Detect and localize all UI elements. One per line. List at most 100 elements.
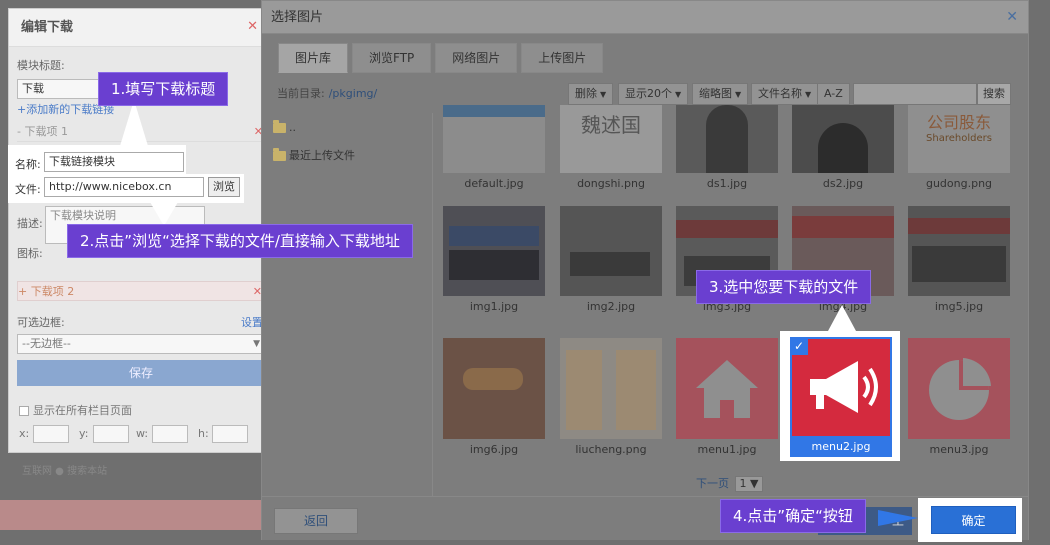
close-icon[interactable]: ✕ <box>1006 9 1018 25</box>
thumb-crowd <box>449 250 539 280</box>
file-url-input[interactable]: http://www.nicebox.cn <box>44 177 204 197</box>
y-label: y: <box>79 427 89 440</box>
checkbox-box[interactable] <box>19 406 29 416</box>
callout-step-4: 4.点击”确定“按钮 <box>720 499 866 533</box>
folder-up[interactable]: .. <box>273 120 296 134</box>
thumbnail: 公司股东 Shareholders <box>908 105 1010 173</box>
search-input[interactable] <box>853 83 977 105</box>
file-label: 文件: <box>15 183 41 196</box>
folder-icon <box>273 148 286 161</box>
view-mode-label: 缩略图 <box>699 87 732 100</box>
file-name: menu1.jpg <box>697 443 757 456</box>
file-name: dongshi.png <box>577 177 645 190</box>
current-directory: 当前目录: /pkgimg/ <box>277 85 377 101</box>
next-page-link[interactable]: 下一页 <box>696 477 729 490</box>
view-mode-dropdown[interactable]: 缩略图 ▼ <box>692 83 749 105</box>
h-input[interactable] <box>212 425 248 443</box>
file-name: gudong.png <box>925 177 993 190</box>
image-thumb[interactable]: menu3.jpg <box>908 338 1010 457</box>
search-button[interactable]: 搜索 <box>977 83 1011 105</box>
callout-pointer <box>120 100 148 146</box>
per-page-dropdown[interactable]: 显示20个 ▼ <box>618 83 689 105</box>
file-name: ds1.jpg <box>706 177 748 190</box>
thumbnail <box>443 206 545 296</box>
thumb-decor <box>463 368 523 390</box>
dialog-tabs: 图片库 浏览FTP 网络图片 上传图片 <box>278 43 607 75</box>
thumbnail <box>560 206 662 296</box>
image-thumb[interactable]: menu1.jpg <box>676 338 778 457</box>
file-name: default.jpg <box>464 177 524 190</box>
tab-upload-image[interactable]: 上传图片 <box>521 43 604 73</box>
page-footer-bar <box>0 500 261 530</box>
search-scope[interactable]: 互联网 ● 搜索本站 <box>22 462 107 477</box>
folder-recent-uploads[interactable]: 最近上传文件 <box>273 147 355 163</box>
image-thumb[interactable]: 魏述国 dongshi.png <box>560 105 662 191</box>
image-thumb[interactable]: 公司股东 Shareholders gudong.png <box>908 105 1010 191</box>
border-select-value: --无边框-- <box>22 337 71 350</box>
thumb-subtitle: Shareholders <box>926 133 992 144</box>
confirm-button[interactable]: 确定 <box>931 506 1016 534</box>
settings-link[interactable]: 设置 <box>241 314 263 330</box>
current-dir-path[interactable]: /pkgimg/ <box>329 87 378 100</box>
image-thumb[interactable]: img6.jpg <box>443 338 545 457</box>
image-thumb-selected[interactable]: ✓ menu2.jpg <box>790 337 892 457</box>
file-name: img2.jpg <box>586 300 636 313</box>
file-name: liucheng.png <box>575 443 647 456</box>
module-title-input[interactable]: 下载 <box>17 79 107 99</box>
image-thumb[interactable]: ds2.jpg <box>792 105 894 191</box>
y-input[interactable] <box>93 425 129 443</box>
browse-button[interactable]: 浏览 <box>208 177 240 197</box>
name-input[interactable]: 下载链接模块 <box>44 152 184 172</box>
image-thumb[interactable]: liucheng.png <box>560 338 662 457</box>
border-label: 可选边框: <box>17 316 65 329</box>
per-page-label: 显示20个 <box>625 87 672 100</box>
thumb-flow <box>616 350 656 430</box>
check-icon[interactable]: ✓ <box>790 337 808 355</box>
pie-chart-icon <box>929 358 991 420</box>
callout-step-2: 2.点击”浏览“选择下载的文件/直接输入下载地址 <box>67 224 413 258</box>
caret-down-icon: ▼ <box>735 90 742 99</box>
x-label: x: <box>19 427 30 440</box>
caret-down-icon: ▼ <box>600 90 607 99</box>
page-select[interactable]: 1 ▼ <box>734 476 764 492</box>
delete-button[interactable]: 删除 ▼ <box>568 83 614 105</box>
back-button[interactable]: 返回 <box>274 508 358 534</box>
callout-pointer <box>878 510 918 526</box>
current-dir-label: 当前目录: <box>277 87 325 100</box>
thumbnail <box>676 105 778 173</box>
thumb-figure <box>818 123 868 173</box>
thumb-banner <box>792 216 894 238</box>
sort-order-button[interactable]: A-Z <box>817 83 850 105</box>
thumb-strip <box>443 105 545 117</box>
tab-image-library[interactable]: 图片库 <box>278 43 349 73</box>
thumb-people <box>912 246 1006 282</box>
file-name: ds2.jpg <box>822 177 864 190</box>
image-thumb[interactable]: img5.jpg <box>908 206 1010 314</box>
save-button[interactable]: 保存 <box>17 360 265 386</box>
thumbnail <box>443 338 545 439</box>
border-select[interactable]: --无边框-- ▼ <box>17 334 265 354</box>
image-thumb[interactable]: default.jpg <box>443 105 545 191</box>
sort-field-dropdown[interactable]: 文件名称 ▼ <box>751 83 819 105</box>
caret-down-icon: ▼ <box>805 90 812 99</box>
thumb-banner <box>908 218 1010 234</box>
image-thumb[interactable]: img2.jpg <box>560 206 662 314</box>
image-thumb[interactable]: img1.jpg <box>443 206 545 314</box>
item-2-label: + 下载项 2 <box>18 285 75 298</box>
chevron-down-icon: ▼ <box>253 339 260 349</box>
close-icon[interactable]: ✕ <box>247 19 258 34</box>
panel-title: 编辑下载 <box>9 9 264 47</box>
image-thumb[interactable]: ds1.jpg <box>676 105 778 191</box>
thumb-figure <box>706 105 748 173</box>
thumbnail: 魏述国 <box>560 105 662 173</box>
file-name: menu3.jpg <box>929 443 989 456</box>
tab-web-image[interactable]: 网络图片 <box>435 43 518 73</box>
w-input[interactable] <box>152 425 188 443</box>
x-input[interactable] <box>33 425 69 443</box>
select-image-dialog: 选择图片 ✕ 图片库 浏览FTP 网络图片 上传图片 当前目录: /pkgimg/ 删除… <box>261 0 1029 540</box>
item-1-label: - 下载项 1 <box>17 125 68 138</box>
show-all-checkbox[interactable]: 显示在所有栏目页面 <box>19 402 132 418</box>
tab-browse-ftp[interactable]: 浏览FTP <box>352 43 432 73</box>
icon-label: 图标: <box>17 247 43 260</box>
download-item-2-header[interactable]: + 下载项 2 ✕ <box>17 281 265 301</box>
